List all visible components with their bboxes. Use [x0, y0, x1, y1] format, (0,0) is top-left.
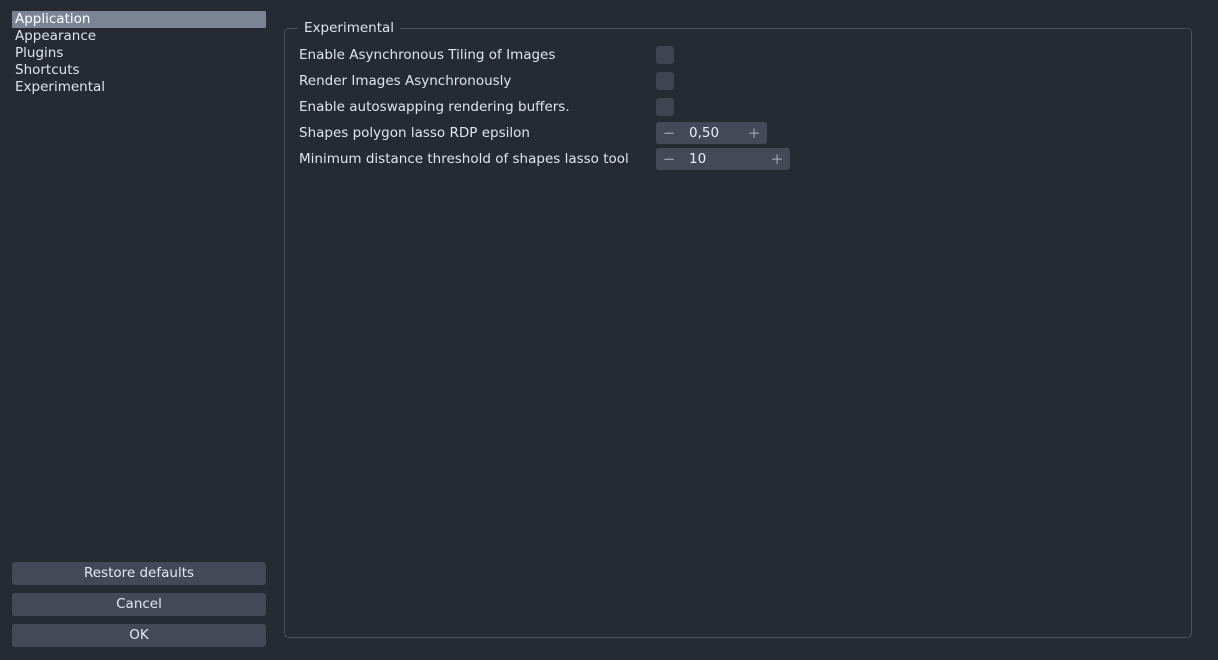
checkbox-toggle[interactable]	[656, 72, 674, 90]
cancel-button[interactable]: Cancel	[12, 593, 266, 616]
sidebar-item-shortcuts[interactable]: Shortcuts	[12, 62, 266, 79]
settings-panel: Experimental Enable Asynchronous Tiling …	[284, 0, 1218, 660]
plus-icon[interactable]: +	[764, 148, 790, 170]
setting-row: Shapes polygon lasso RDP epsilon −0,50 +	[299, 120, 1179, 146]
setting-control: −10 +	[656, 146, 790, 172]
experimental-group-box: Experimental Enable Asynchronous Tiling …	[284, 20, 1192, 638]
setting-row: Enable Asynchronous Tiling of Images	[299, 42, 1179, 68]
spinbox[interactable]: −0,50 +	[656, 122, 767, 144]
ok-button[interactable]: OK	[12, 624, 266, 647]
sidebar-button-group: Restore defaults Cancel OK	[12, 562, 266, 647]
category-list: Application Appearance Plugins Shortcuts Exp…	[12, 11, 266, 96]
setting-row: Enable autoswapping rendering buffers.	[299, 94, 1179, 120]
sidebar-item-application[interactable]: Application	[12, 11, 266, 28]
setting-label: Render Images Asynchronously	[299, 73, 512, 89]
settings-sidebar: Application Appearance Plugins Shortcuts Exp…	[0, 0, 278, 660]
setting-label: Minimum distance threshold of shapes las…	[299, 151, 629, 167]
setting-row: Minimum distance threshold of shapes las…	[299, 146, 1179, 172]
setting-label: Enable autoswapping rendering buffers.	[299, 99, 570, 115]
sidebar-item-experimental[interactable]: Experimental	[12, 79, 266, 96]
spinbox-value[interactable]: 10	[682, 151, 764, 167]
minus-icon[interactable]: −	[656, 122, 682, 144]
restore-defaults-button[interactable]: Restore defaults	[12, 562, 266, 585]
setting-label: Enable Asynchronous Tiling of Images	[299, 47, 556, 63]
sidebar-item-appearance[interactable]: Appearance	[12, 28, 266, 45]
setting-label: Shapes polygon lasso RDP epsilon	[299, 125, 530, 141]
plus-icon[interactable]: +	[741, 122, 767, 144]
setting-row: Render Images Asynchronously	[299, 68, 1179, 94]
setting-control	[656, 42, 674, 68]
setting-control	[656, 94, 674, 120]
minus-icon[interactable]: −	[656, 148, 682, 170]
settings-row-list: Enable Asynchronous Tiling of Images Rend…	[299, 42, 1179, 172]
checkbox-toggle[interactable]	[656, 46, 674, 64]
checkbox-toggle[interactable]	[656, 98, 674, 116]
spinbox[interactable]: −10 +	[656, 148, 790, 170]
sidebar-item-plugins[interactable]: Plugins	[12, 45, 266, 62]
group-box-title: Experimental	[298, 20, 401, 36]
spinbox-value[interactable]: 0,50	[682, 125, 741, 141]
setting-control: −0,50 +	[656, 120, 767, 146]
setting-control	[656, 68, 674, 94]
